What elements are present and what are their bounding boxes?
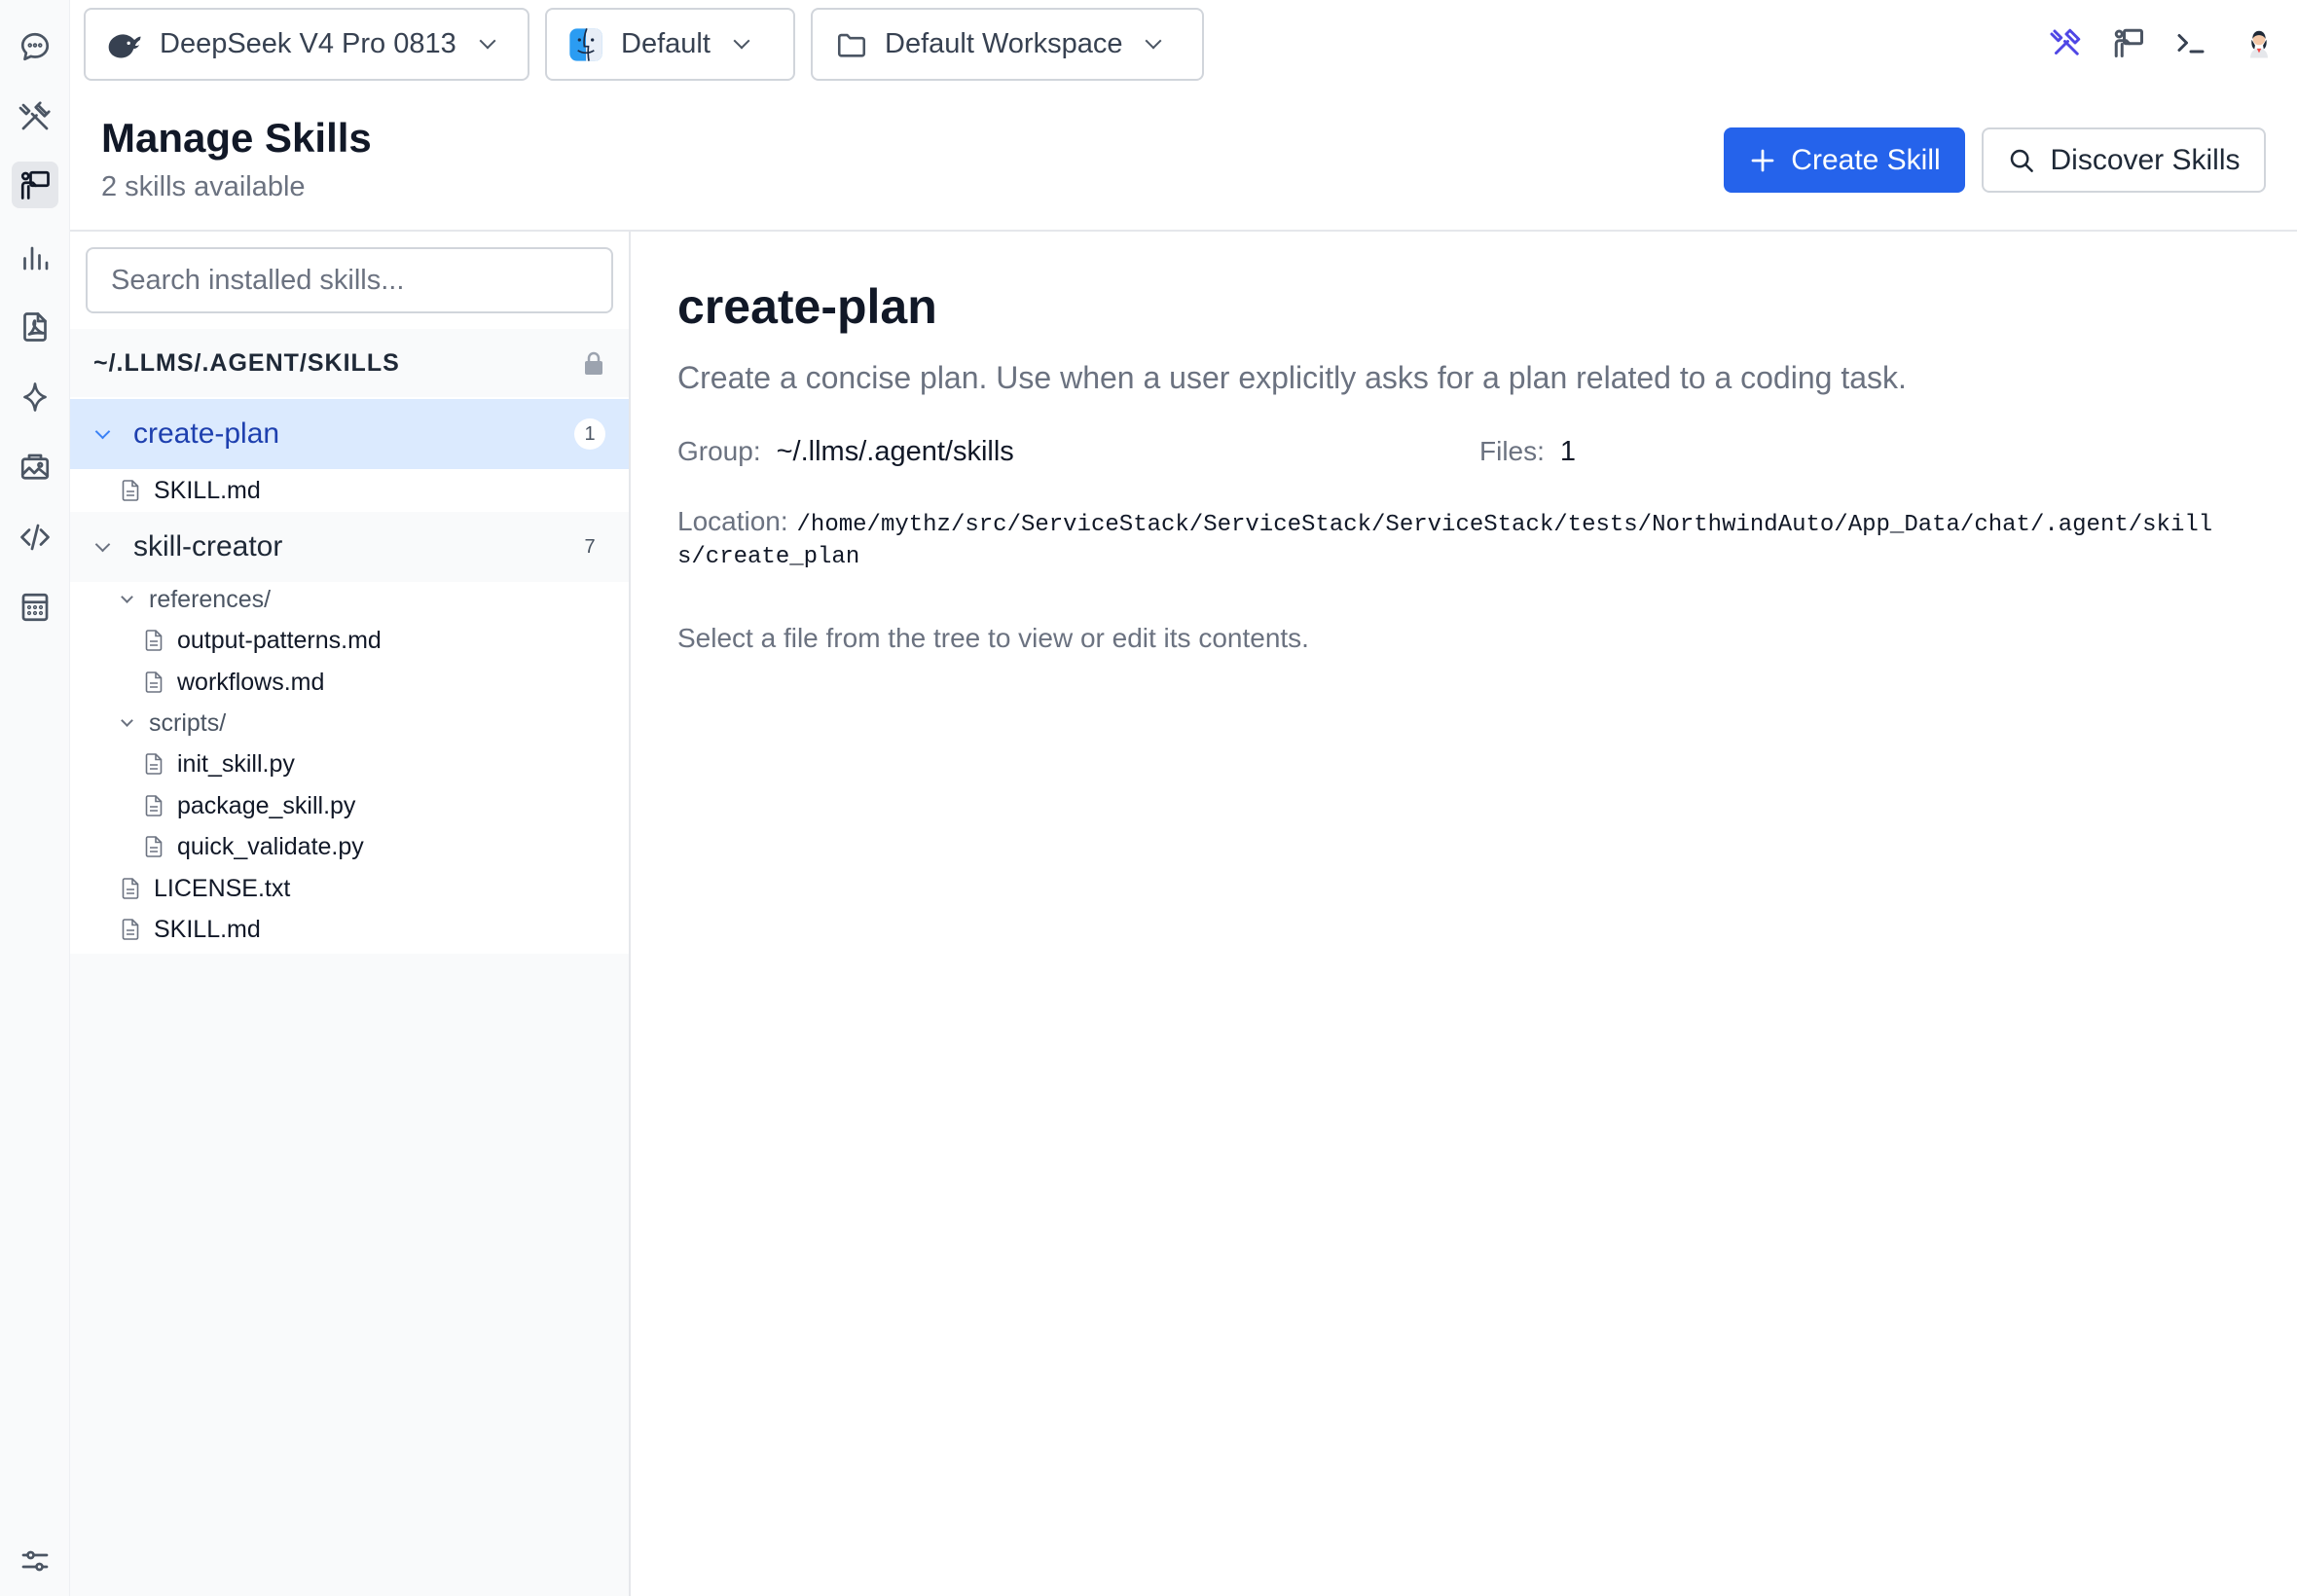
chevron-down-icon: [1145, 32, 1162, 49]
profile-name: Default: [621, 28, 711, 59]
folder-icon: [832, 25, 871, 64]
file-icon: [122, 878, 139, 899]
search-icon: [2011, 149, 2034, 172]
pdf-icon[interactable]: [12, 304, 58, 350]
folder-name: references/: [149, 585, 272, 613]
plus-icon: [1751, 149, 1774, 171]
discover-skills-label: Discover Skills: [2050, 143, 2241, 176]
file-name: LICENSE.txt: [154, 874, 291, 902]
file-item[interactable]: SKILL.md: [121, 910, 261, 949]
file-icon: [145, 753, 163, 775]
skill-item-skill-creator[interactable]: skill-creator 7: [70, 512, 629, 582]
skills-sidebar: ~/.LLMS/.AGENT/SKILLS create-plan 1 SKIL…: [70, 232, 631, 1596]
workspace-name: Default Workspace: [885, 28, 1123, 59]
analytics-icon[interactable]: [12, 234, 58, 280]
chat-icon[interactable]: [12, 23, 58, 70]
file-icon: [145, 630, 163, 651]
page-title: Manage Skills: [101, 115, 372, 161]
skill-group-label: ~/.LLMS/.AGENT/SKILLS: [93, 348, 400, 377]
file-count-badge: 7: [584, 535, 596, 558]
skill-files-meta: Files: 1: [1479, 436, 1576, 468]
gallery-icon[interactable]: [12, 444, 58, 490]
empty-state-hint: Select a file from the tree to view or e…: [677, 623, 1309, 653]
skill-name: skill-creator: [133, 530, 283, 562]
file-item[interactable]: quick_validate.py: [144, 827, 364, 866]
folder-name: scripts/: [149, 708, 227, 737]
file-icon: [145, 836, 163, 857]
group-value: ~/.llms/.agent/skills: [776, 436, 1014, 467]
user-avatar[interactable]: [2233, 16, 2285, 68]
chevron-down-icon: [94, 423, 111, 439]
skill-group-meta: Group: ~/.llms/.agent/skills: [677, 436, 1014, 468]
location-label: Location:: [677, 506, 788, 536]
files-label: Files:: [1479, 436, 1545, 466]
file-name: SKILL.md: [154, 476, 261, 504]
sparkle-icon[interactable]: [12, 374, 58, 420]
file-item[interactable]: package_skill.py: [144, 786, 355, 825]
create-skill-label: Create Skill: [1791, 143, 1941, 176]
chevron-down-icon: [121, 713, 133, 727]
search-input[interactable]: [86, 247, 613, 313]
chevron-down-icon: [733, 32, 750, 49]
skill-item-create-plan[interactable]: create-plan 1: [70, 399, 629, 469]
skill-group-header: ~/.LLMS/.AGENT/SKILLS: [70, 329, 629, 397]
files-value: 1: [1559, 436, 1577, 467]
file-item[interactable]: workflows.md: [144, 663, 324, 702]
skill-description: Create a concise plan. Use when a user e…: [677, 360, 1907, 395]
create-skill-button[interactable]: Create Skill: [1724, 127, 1965, 193]
file-item[interactable]: init_skill.py: [144, 744, 295, 783]
code-icon[interactable]: [12, 514, 58, 561]
calculator-icon[interactable]: [12, 584, 58, 631]
skill-title: create-plan: [677, 279, 937, 334]
file-name: package_skill.py: [177, 791, 356, 819]
nav-rail: [0, 0, 70, 1596]
folder-item-references[interactable]: references/: [121, 580, 272, 619]
terminal-icon[interactable]: [2169, 21, 2212, 64]
file-icon: [145, 795, 163, 816]
file-name: workflows.md: [177, 668, 325, 696]
file-name: quick_validate.py: [177, 832, 364, 860]
skill-name: create-plan: [133, 417, 280, 450]
deepseek-logo-icon: [105, 25, 144, 64]
file-name: init_skill.py: [177, 749, 295, 778]
file-item[interactable]: output-patterns.md: [144, 621, 382, 660]
tools-icon[interactable]: [2045, 21, 2088, 64]
model-selector[interactable]: DeepSeek V4 Pro 0813: [84, 8, 529, 81]
skills-count: 2 skills available: [101, 171, 306, 202]
skills-icon[interactable]: [2107, 21, 2150, 64]
workspace-selector[interactable]: Default Workspace: [811, 8, 1204, 81]
group-label: Group:: [677, 436, 761, 466]
folder-item-scripts[interactable]: scripts/: [121, 704, 227, 743]
location-path: /home/mythz/src/ServiceStack/ServiceStac…: [677, 512, 2213, 570]
file-item[interactable]: SKILL.md: [121, 471, 261, 510]
chevron-down-icon: [121, 590, 133, 603]
file-count-badge: 1: [574, 418, 605, 450]
file-name: output-patterns.md: [177, 626, 382, 654]
chevron-down-icon: [94, 536, 111, 552]
tools-icon[interactable]: [12, 93, 58, 140]
skill-location: Location: /home/mythz/src/ServiceStack/S…: [677, 506, 2235, 574]
settings-sliders-icon[interactable]: [12, 1538, 58, 1584]
discover-skills-button[interactable]: Discover Skills: [1982, 127, 2266, 193]
model-name: DeepSeek V4 Pro 0813: [160, 28, 456, 59]
skills-icon[interactable]: [12, 162, 58, 208]
profile-selector[interactable]: Default: [545, 8, 795, 81]
chevron-down-icon: [479, 32, 496, 49]
file-icon: [122, 919, 139, 940]
file-name: SKILL.md: [154, 915, 261, 943]
file-icon: [122, 480, 139, 501]
lock-icon: [585, 351, 602, 375]
file-icon: [145, 671, 163, 693]
skills-tree: ~/.LLMS/.AGENT/SKILLS create-plan 1 SKIL…: [70, 232, 629, 954]
finder-icon: [566, 25, 605, 64]
file-item[interactable]: LICENSE.txt: [121, 869, 290, 908]
